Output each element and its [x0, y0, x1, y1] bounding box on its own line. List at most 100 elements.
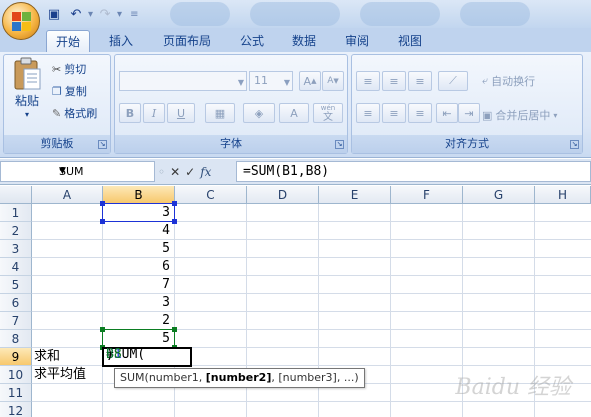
font-size-combo[interactable]: 11 ▼ [249, 71, 293, 91]
bold-button[interactable]: B [119, 103, 141, 123]
row-header[interactable]: 2 [0, 222, 32, 240]
office-button[interactable] [2, 2, 40, 40]
resize-handle[interactable] [172, 201, 177, 206]
row-header[interactable]: 9 [0, 348, 32, 366]
column-header-h[interactable]: H [535, 186, 591, 204]
cell-b2[interactable]: 4 [103, 222, 174, 240]
cell-b6[interactable]: 3 [103, 294, 174, 312]
orientation-button[interactable]: ⟋ [438, 71, 468, 91]
phonetic-button[interactable]: wén 文 [313, 103, 343, 123]
column-header-c[interactable]: C [175, 186, 247, 204]
fill-color-button[interactable]: ◈ [243, 103, 275, 123]
column-header-b[interactable]: B [103, 186, 175, 204]
merge-center-button[interactable]: ▣ 合并后居中 ▾ [482, 107, 557, 123]
row-header[interactable]: 3 [0, 240, 32, 258]
tab-insert[interactable]: 插入 [100, 30, 142, 52]
row-header[interactable]: 8 [0, 330, 32, 348]
column-header-e[interactable]: E [319, 186, 391, 204]
column-header-f[interactable]: F [391, 186, 463, 204]
resize-handle[interactable] [100, 201, 105, 206]
formula-input[interactable]: =SUM(B1,B8) [236, 161, 591, 182]
increase-indent-icon: ⇥ [464, 106, 474, 120]
ribbon-tabs: 开始 插入 页面布局 公式 数据 审阅 视图 [0, 28, 591, 52]
formula-buttons: ◦ ✕ ✓ fx [158, 162, 211, 182]
save-icon[interactable]: ▣ [44, 5, 64, 23]
tab-home[interactable]: 开始 [46, 30, 90, 52]
tab-review[interactable]: 审阅 [337, 30, 377, 52]
insert-function-icon[interactable]: fx [200, 165, 211, 179]
cancel-icon[interactable]: ✕ [170, 165, 180, 179]
copy-button[interactable]: ❐ 复制 [52, 83, 87, 99]
chevron-down-icon: ▼ [237, 78, 244, 87]
cell-b3[interactable]: 5 [103, 240, 174, 258]
shrink-font-button[interactable]: A ▼ [322, 71, 344, 91]
copy-label: 复制 [64, 85, 87, 98]
select-all-corner[interactable] [0, 186, 32, 204]
row-header[interactable]: 11 [0, 384, 32, 402]
format-painter-button[interactable]: ✎ 格式刷 [52, 105, 97, 121]
wrap-text-label: 自动换行 [491, 75, 536, 88]
font-name-combo[interactable]: ▼ [119, 71, 247, 91]
column-header-a[interactable]: A [32, 186, 103, 204]
align-center-button[interactable]: ≡ [382, 103, 406, 123]
row-header[interactable]: 12 [0, 402, 32, 417]
cell-a10[interactable]: 求平均值 [32, 366, 122, 384]
row-header[interactable]: 1 [0, 204, 32, 222]
resize-handle[interactable] [100, 219, 105, 224]
align-middle-button[interactable]: ≡ [382, 71, 406, 91]
align-right-button[interactable]: ≡ [408, 103, 432, 123]
align-center-icon: ≡ [389, 106, 399, 120]
tab-formulas[interactable]: 公式 [232, 30, 272, 52]
row-header[interactable]: 5 [0, 276, 32, 294]
title-bar: ▣ ↶ ▾ ↷ ▾ ≡ [0, 0, 591, 28]
wrap-text-button[interactable]: ⤶ 自动换行 [482, 73, 535, 89]
resize-handle[interactable] [100, 327, 105, 332]
underline-button[interactable]: U [167, 103, 195, 123]
increase-indent-button[interactable]: ⇥ [458, 103, 480, 123]
cell-b5[interactable]: 7 [103, 276, 174, 294]
borders-button[interactable]: ▦ [205, 103, 235, 123]
undo-icon[interactable]: ↶ [66, 5, 86, 23]
dialog-launcher-icon[interactable]: ↘ [570, 140, 579, 149]
italic-button[interactable]: I [143, 103, 165, 123]
resize-handle[interactable] [172, 219, 177, 224]
row-header[interactable]: 4 [0, 258, 32, 276]
borders-icon: ▦ [214, 106, 226, 120]
align-bottom-button[interactable]: ≡ [408, 71, 432, 91]
chevron-down-icon[interactable]: ▼ [59, 166, 151, 176]
row-header[interactable]: 7 [0, 312, 32, 330]
alignment-group-label: 对齐方式 [352, 135, 582, 153]
tab-data[interactable]: 数据 [284, 30, 324, 52]
name-box[interactable]: SUM ▼ [0, 161, 155, 182]
tab-view[interactable]: 视图 [390, 30, 430, 52]
column-header-d[interactable]: D [247, 186, 319, 204]
check-icon[interactable]: ✓ [185, 165, 195, 179]
cell-b4[interactable]: 6 [103, 258, 174, 276]
cut-button[interactable]: ✂ 剪切 [52, 61, 86, 77]
tab-page-layout[interactable]: 页面布局 [154, 30, 220, 52]
row-header[interactable]: 6 [0, 294, 32, 312]
customize-toolbar-icon[interactable]: ≡ [130, 9, 138, 20]
align-top-button[interactable]: ≡ [356, 71, 380, 91]
cell-a9[interactable]: 求和 [32, 348, 102, 366]
resize-handle[interactable] [172, 327, 177, 332]
dialog-launcher-icon[interactable]: ↘ [98, 140, 107, 149]
dialog-launcher-icon[interactable]: ↘ [335, 140, 344, 149]
paste-button[interactable]: 粘贴 ▾ [8, 57, 46, 119]
align-top-icon: ≡ [363, 74, 373, 88]
chevron-down-icon[interactable]: ▾ [88, 9, 93, 20]
grow-font-button[interactable]: A ▲ [299, 71, 321, 91]
merge-icon: ▣ [482, 108, 493, 122]
active-cell-b9[interactable]: =SUM(B1, B8) [102, 347, 192, 367]
row-header[interactable]: 10 [0, 366, 32, 384]
cell-b7[interactable]: 2 [103, 312, 174, 330]
redo-icon[interactable]: ↷ [95, 5, 115, 23]
font-color-button[interactable]: A [279, 103, 309, 123]
function-tooltip[interactable]: SUM(number1, [number2], [number3], ...) [114, 368, 365, 388]
chevron-down-icon[interactable]: ▾ [117, 9, 122, 20]
clipboard-group: 粘贴 ▾ ✂ 剪切 ❐ 复制 ✎ 格式刷 剪贴板 ↘ [3, 54, 111, 154]
decrease-indent-button[interactable]: ⇤ [436, 103, 458, 123]
align-left-button[interactable]: ≡ [356, 103, 380, 123]
font-color-icon: A [290, 106, 298, 120]
column-header-g[interactable]: G [463, 186, 535, 204]
